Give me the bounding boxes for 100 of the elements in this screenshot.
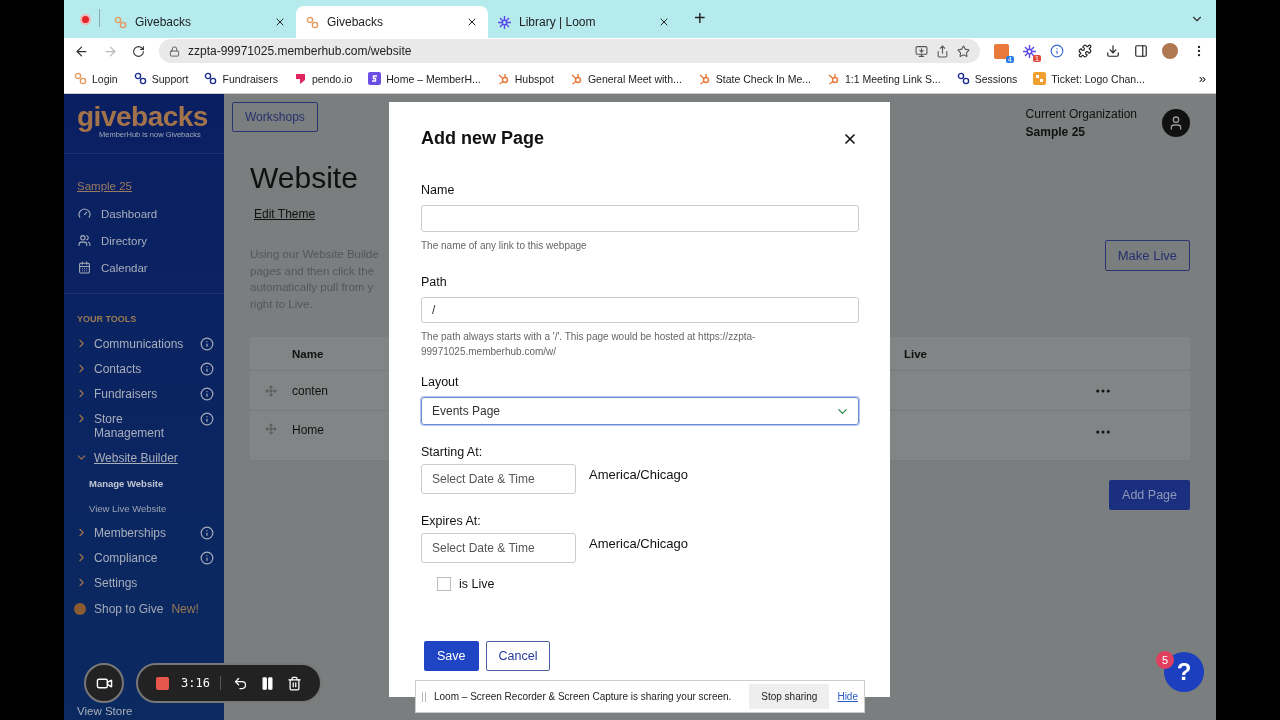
lock-icon [169,45,180,57]
field-label: Expires At: [421,514,482,528]
date-time-field[interactable]: Select Date & Time [421,464,576,494]
logo-icon [74,72,87,85]
edit-theme-link[interactable]: Edit Theme [254,207,316,221]
bookmark[interactable]: State Check In Me... [697,72,811,85]
save-button[interactable]: Save [424,641,479,671]
trash-icon[interactable] [286,675,302,691]
stop-icon[interactable] [156,676,169,690]
sub-nav-item[interactable]: Manage Website [64,471,224,496]
tool-item[interactable]: Settings [64,571,224,596]
drag-handle-icon[interactable] [265,423,277,435]
bookmark[interactable]: Fundraisers [204,72,278,85]
more-bookmarks-button[interactable]: » [1198,71,1206,86]
address-bar[interactable]: zzpta-99971025.memberhub.com/website [159,39,980,63]
nav-item[interactable]: Dashboard [64,200,224,227]
side-panel-icon[interactable] [1134,44,1148,58]
info-icon[interactable] [200,526,214,540]
avatar-icon[interactable] [1162,43,1178,59]
notification-badge: 5 [1156,651,1174,669]
logo-icon [204,72,218,85]
hide-link[interactable]: Hide [837,691,858,702]
nav-item[interactable]: Calendar [64,254,224,281]
field-label: Starting At: [421,445,484,459]
install-icon[interactable] [915,44,928,58]
tool-item[interactable]: Website Builder [64,446,224,471]
back-icon[interactable] [74,43,89,59]
field-label: Path [421,274,448,289]
organization-link[interactable]: Sample 25 [77,180,224,192]
bookmark[interactable]: General Meet with... [569,72,682,85]
close-icon[interactable] [274,16,286,28]
bookmark[interactable]: Ticket: Logo Chan... [1033,72,1145,85]
info-icon[interactable] [200,551,214,565]
download-icon[interactable] [1106,44,1120,58]
tool-item[interactable]: Compliance [64,546,224,571]
sub-nav-item[interactable]: View Live Website [64,496,224,521]
info-icon[interactable] [200,337,214,351]
puzzle-icon[interactable] [1078,44,1092,58]
share-icon[interactable] [936,44,949,58]
bookmark[interactable]: Login [74,72,118,85]
loom-icon [498,15,511,29]
nav-label: Directory [101,234,147,247]
tool-label: Website Builder [94,451,179,465]
nav-item[interactable]: Directory [64,227,224,254]
info-icon[interactable] [1050,44,1064,58]
new-label: New! [171,602,199,616]
add-page-button[interactable]: Add Page [1109,480,1190,510]
bookmark[interactable]: 1:1 Meeting Link S... [827,72,941,85]
sharing-message: Loom – Screen Recorder & Screen Capture is sharing your screen. [434,691,733,702]
view-store-link[interactable]: View Store [77,705,133,717]
table-cell: Home [292,423,324,437]
browser-tab[interactable]: Library | Loom [488,6,680,38]
name-field[interactable] [421,205,859,232]
tool-item[interactable]: Fundraisers [64,382,224,407]
info-icon[interactable] [200,412,214,426]
nav-label: Dashboard [101,207,158,220]
field-hint: The path always starts with a '/'. This page would be hosted at https://zzpta-99971025.memberhub.com/w/ [421,330,757,360]
tool-label: Store Management [94,412,166,440]
star-icon[interactable] [957,44,970,58]
bookmark[interactable]: Home – MemberH... [368,72,481,85]
tool-label: Settings [94,576,139,590]
tool-item[interactable]: Contacts [64,357,224,382]
undo-icon[interactable] [232,675,248,691]
recording-timer: 3:16 [181,676,221,690]
column-header: Live [904,347,927,360]
user-avatar[interactable] [1162,109,1190,137]
tool-item[interactable]: Memberships [64,521,224,546]
browser-tab[interactable]: Givebacks [104,6,296,38]
path-field[interactable]: / [421,296,859,324]
pause-icon[interactable] [259,675,275,691]
promo-label[interactable]: Shop to Give [94,602,164,616]
s-logo-icon [368,72,382,85]
close-icon[interactable] [658,16,670,28]
nav-label: Calendar [101,261,148,274]
bookmark[interactable]: pendo.io [293,72,353,85]
tool-label: Communications [94,337,185,351]
close-icon[interactable] [466,16,478,28]
recording-icon [80,14,91,25]
checkbox[interactable] [437,577,451,591]
cancel-button[interactable]: Cancel [485,641,551,671]
info-icon[interactable] [200,362,214,376]
layout-select[interactable]: Events Page [421,397,859,425]
ticket-icon [1033,72,1047,85]
reload-icon[interactable] [132,44,145,58]
bookmark[interactable]: Hubspot [496,72,554,85]
info-icon[interactable] [200,387,214,401]
logo-text[interactable]: givebacks [77,104,224,130]
drag-handle-icon[interactable] [265,384,277,397]
calendar-icon [78,261,91,274]
bookmark[interactable]: Support [133,72,189,85]
logo-icon [133,72,147,85]
tool-item[interactable]: Store Management [64,407,224,446]
browser-tab[interactable]: Givebacks [296,6,488,38]
new-tab-button[interactable]: + [694,7,706,30]
tool-item[interactable]: Communications [64,332,224,357]
stop-sharing-button[interactable]: Stop sharing [749,684,830,709]
date-time-field[interactable]: Select Date & Time [421,533,576,563]
timezone-text: America/Chicago [589,467,688,482]
field-label: Name [421,183,456,197]
bookmark[interactable]: Sessions [956,72,1018,85]
